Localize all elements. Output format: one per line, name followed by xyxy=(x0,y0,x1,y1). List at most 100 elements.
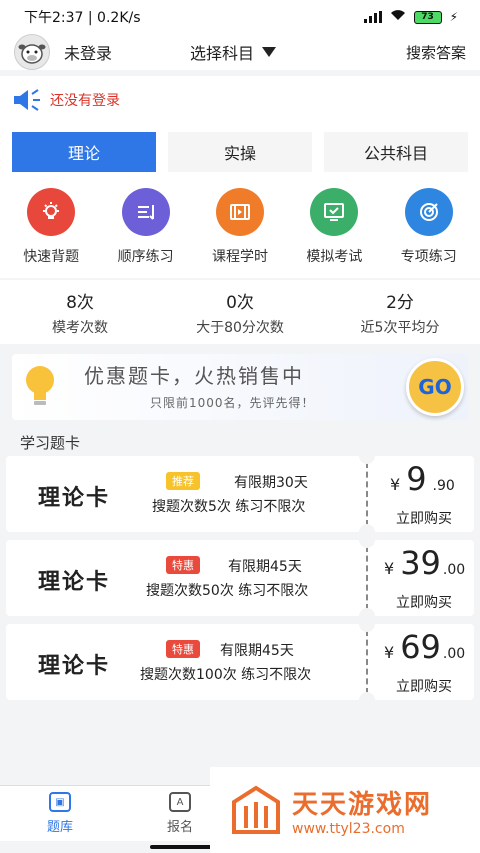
question-bank-icon: ▣ xyxy=(49,792,71,812)
bulb-icon xyxy=(27,188,76,236)
stat-above-80: 0次 大于80分次数 xyxy=(160,280,320,344)
go-button[interactable]: GO xyxy=(406,358,464,416)
card-divider xyxy=(366,630,368,694)
speaker-icon xyxy=(14,89,40,111)
badge-recommended: 推荐 xyxy=(166,472,200,490)
price-currency: ¥ xyxy=(384,643,395,662)
price-currency: ¥ xyxy=(384,559,395,578)
notice-text: 还没有登录 xyxy=(50,93,120,109)
price-decimal: .00 xyxy=(442,646,466,662)
price-currency: ¥ xyxy=(390,475,401,494)
tab-practical[interactable]: 实操 xyxy=(168,132,312,172)
status-icons: 73 ⚡ xyxy=(363,9,458,25)
card-name: 理论卡 xyxy=(38,570,111,595)
stat-mock-count: 8次 模考次数 xyxy=(0,280,160,344)
film-icon xyxy=(215,188,264,236)
card-name: 理论卡 xyxy=(38,654,111,679)
nav-question-bank[interactable]: ▣ 题库 xyxy=(0,786,120,841)
avatar[interactable] xyxy=(14,34,50,70)
feature-label: 课程学时 xyxy=(211,249,268,265)
target-icon xyxy=(404,188,453,236)
card-limits: 搜题次数100次 练习不限次 xyxy=(140,667,312,683)
card-price: ¥ 9 .90 xyxy=(390,460,455,498)
price-integer: 39 xyxy=(400,544,441,582)
card-validity: 有限期45天 xyxy=(228,559,302,575)
price-integer: 9 xyxy=(406,460,427,498)
card-price: ¥ 69 .00 xyxy=(384,628,465,666)
price-decimal: .00 xyxy=(442,562,466,578)
subject-tabs: 理论 实操 公共科目 xyxy=(0,124,480,174)
tab-theory[interactable]: 理论 xyxy=(12,132,156,172)
buy-now-button[interactable]: 立即购买 xyxy=(396,508,452,528)
feature-grid: 快速背题 顺序练习 课程学时 模拟考试 专项练习 xyxy=(0,174,480,278)
status-bar: 下午2:37 | 0.2K/s 73 ⚡ xyxy=(0,0,480,34)
monitor-check-icon xyxy=(310,188,359,236)
signal-icon xyxy=(363,11,382,23)
lightbulb-icon xyxy=(26,366,54,405)
promo-banner[interactable]: 优惠题卡，火热销售中 只限前1000名，先评先得！ GO xyxy=(12,354,468,420)
watermark-logo-icon xyxy=(232,785,280,834)
subject-select-label: 选择科目 xyxy=(190,44,255,63)
question-card[interactable]: 理论卡 特惠 有限期45天 搜题次数100次 练习不限次 ¥ 69 .00 立即… xyxy=(6,616,474,708)
card-validity: 有限期30天 xyxy=(234,475,308,491)
search-answer-link[interactable]: 搜索答案 xyxy=(406,42,466,63)
stat-value: 2分 xyxy=(386,292,414,313)
card-notch xyxy=(359,448,375,464)
login-status[interactable]: 未登录 xyxy=(64,40,112,64)
subject-select[interactable]: 选择科目 xyxy=(190,40,277,64)
section-title: 学习题卡 xyxy=(20,434,81,452)
feature-label: 专项练习 xyxy=(400,249,457,265)
tab-public-subjects[interactable]: 公共科目 xyxy=(324,132,468,172)
stat-average-score: 2分 近5次平均分 xyxy=(320,280,480,344)
list-order-icon xyxy=(121,188,170,236)
top-bar: 未登录 选择科目 搜索答案 xyxy=(0,34,480,70)
buy-now-button[interactable]: 立即购买 xyxy=(396,676,452,696)
buy-now-button[interactable]: 立即购买 xyxy=(396,592,452,612)
feature-label: 快速背题 xyxy=(23,249,80,265)
feature-mock-exam[interactable]: 模拟考试 xyxy=(288,188,380,266)
feature-course-hours[interactable]: 课程学时 xyxy=(194,188,286,266)
card-notch xyxy=(359,532,375,548)
nav-label: 报名 xyxy=(166,820,193,835)
stat-value: 8次 xyxy=(66,292,94,313)
promo-title: 优惠题卡，火热销售中 xyxy=(84,364,304,388)
stat-label: 模考次数 xyxy=(52,319,108,336)
exam-stats: 8次 模考次数 0次 大于80分次数 2分 近5次平均分 xyxy=(0,280,480,344)
card-price: ¥ 39 .00 xyxy=(384,544,465,582)
stat-value: 0次 xyxy=(226,292,254,313)
question-card[interactable]: 理论卡 推荐 有限期30天 搜题次数5次 练习不限次 ¥ 9 .90 立即购买 xyxy=(6,448,474,540)
card-notch xyxy=(359,692,375,708)
price-decimal: .90 xyxy=(432,478,455,494)
feature-special-practice[interactable]: 专项练习 xyxy=(383,188,475,266)
watermark: 天天游戏网 www.ttyl23.com xyxy=(210,767,480,853)
feature-sequential-practice[interactable]: 顺序练习 xyxy=(100,188,192,266)
login-notice[interactable]: 还没有登录 xyxy=(0,76,480,124)
wifi-icon xyxy=(390,9,406,25)
feature-quick-review[interactable]: 快速背题 xyxy=(5,188,97,266)
stat-label: 近5次平均分 xyxy=(360,319,440,336)
card-divider xyxy=(366,462,368,526)
feature-label: 顺序练习 xyxy=(117,249,174,265)
signup-icon: A xyxy=(169,792,191,812)
card-divider xyxy=(366,546,368,610)
price-integer: 69 xyxy=(400,628,441,666)
watermark-url: www.ttyl23.com xyxy=(292,820,405,837)
status-time: 下午2:37 | 0.2K/s xyxy=(24,10,141,26)
card-name: 理论卡 xyxy=(38,486,111,511)
card-limits: 搜题次数50次 练习不限次 xyxy=(146,583,309,599)
charging-icon: ⚡ xyxy=(449,10,458,24)
watermark-name: 天天游戏网 xyxy=(292,789,433,820)
badge-special-offer: 特惠 xyxy=(166,556,200,574)
feature-label: 模拟考试 xyxy=(306,249,363,265)
card-validity: 有限期45天 xyxy=(220,643,294,659)
stat-label: 大于80分次数 xyxy=(196,319,284,336)
card-notch xyxy=(359,616,375,632)
question-card[interactable]: 理论卡 特惠 有限期45天 搜题次数50次 练习不限次 ¥ 39 .00 立即购… xyxy=(6,532,474,624)
cow-avatar-icon xyxy=(18,44,46,64)
promo-subtitle: 只限前1000名，先评先得！ xyxy=(150,396,315,410)
caret-down-icon xyxy=(262,47,277,57)
battery-icon: 73 xyxy=(413,10,442,24)
badge-special-offer: 特惠 xyxy=(166,640,200,658)
card-limits: 搜题次数5次 练习不限次 xyxy=(152,499,306,515)
nav-label: 题库 xyxy=(46,820,73,835)
